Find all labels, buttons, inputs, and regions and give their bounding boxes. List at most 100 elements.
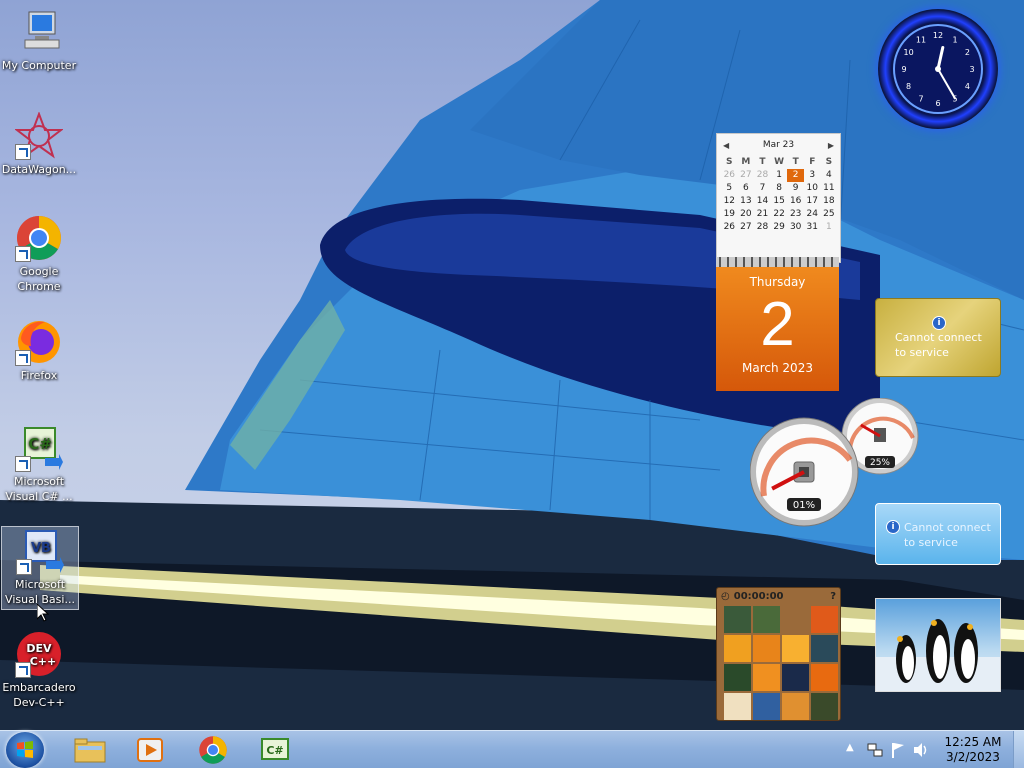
desktop-icon-visual-csharp[interactable]: C# Microsoft Visual C# ... — [1, 424, 77, 504]
desktop-icon-visual-basic[interactable]: VB Microsoft Visual Basi... — [1, 526, 79, 610]
calendar-day-cell[interactable]: 12 — [721, 195, 738, 208]
calendar-day-cell[interactable]: 26 — [721, 169, 738, 182]
calendar-day-cell[interactable]: 15 — [771, 195, 788, 208]
clock-number: 8 — [906, 82, 911, 91]
puzzle-tile[interactable] — [782, 635, 809, 662]
taskbar-visual-csharp[interactable]: C# — [247, 733, 303, 767]
clock-number: 11 — [916, 36, 926, 45]
calendar-day-cell[interactable]: 29 — [771, 221, 788, 234]
shortcut-arrow-icon — [15, 456, 31, 472]
desktop-icon-label: Embarcadero Dev-C++ — [2, 681, 76, 709]
puzzle-tile[interactable] — [753, 606, 780, 633]
clock-gadget[interactable]: 123456789101112 — [878, 9, 998, 129]
calendar-day-cell[interactable]: 27 — [738, 221, 755, 234]
calendar-day-cell[interactable]: 11 — [821, 182, 838, 195]
calendar-day-cell[interactable]: 17 — [804, 195, 821, 208]
calendar-day-cell[interactable]: 16 — [787, 195, 804, 208]
calendar-day-cell[interactable]: 23 — [787, 208, 804, 221]
taskbar-file-explorer[interactable] — [62, 733, 118, 767]
puzzle-tile[interactable] — [724, 635, 751, 662]
puzzle-tile[interactable] — [753, 693, 780, 720]
clock-number: 2 — [965, 48, 970, 57]
weekday-header: W — [774, 157, 785, 167]
puzzle-tile[interactable] — [782, 664, 809, 691]
desktop-icon-datawagon[interactable]: DataWagon... — [1, 111, 77, 177]
taskbar-time: 12:25 AM — [944, 735, 1002, 749]
calendar-day-cell[interactable]: 10 — [804, 182, 821, 195]
desktop-icon-label: DataWagon... — [1, 163, 77, 176]
picture-puzzle-gadget[interactable]: ◴ 00:00:00 ? — [716, 587, 841, 721]
puzzle-tile[interactable] — [811, 664, 838, 691]
calendar-day-cell[interactable]: 13 — [738, 195, 755, 208]
show-desktop-button[interactable] — [1013, 731, 1024, 768]
shortcut-arrow-icon — [15, 662, 31, 678]
calendar-day-cell[interactable]: 1 — [821, 221, 838, 234]
cpu-percent: 01% — [793, 500, 815, 511]
puzzle-tile[interactable] — [811, 693, 838, 720]
puzzle-tile[interactable] — [782, 606, 809, 633]
desktop-icon-label: My Computer — [1, 59, 77, 72]
volume-icon[interactable] — [912, 741, 930, 759]
action-center-flag-icon[interactable] — [890, 741, 906, 759]
slideshow-gadget[interactable] — [875, 598, 1001, 692]
puzzle-tile[interactable] — [724, 606, 751, 633]
calendar-day-cell[interactable]: 18 — [821, 195, 838, 208]
puzzle-tile[interactable] — [724, 664, 751, 691]
calendar-month-label: Mar 23 — [762, 140, 795, 150]
calendar-day-cell[interactable]: 24 — [804, 208, 821, 221]
puzzle-tile[interactable] — [753, 664, 780, 691]
taskbar-media-player[interactable] — [122, 733, 178, 767]
calendar-day-cell[interactable]: 14 — [754, 195, 771, 208]
puzzle-tile[interactable] — [811, 606, 838, 633]
calendar-day-cell[interactable]: 27 — [738, 169, 755, 182]
prev-month-button[interactable]: ◀ — [723, 141, 729, 150]
calendar-day-cell[interactable]: 30 — [787, 221, 804, 234]
calendar-day-cell[interactable]: 6 — [738, 182, 755, 195]
calendar-day-cell[interactable]: 7 — [754, 182, 771, 195]
calendar-day-cell[interactable]: 31 — [804, 221, 821, 234]
show-hidden-icons-button[interactable]: ▲ — [846, 742, 854, 753]
calendar-day-cell[interactable]: 20 — [738, 208, 755, 221]
calendar-day-cell[interactable]: 1 — [771, 169, 788, 182]
calendar-day-cell[interactable]: 2 — [787, 169, 804, 182]
puzzle-tile[interactable] — [811, 635, 838, 662]
calendar-day-cell[interactable]: 28 — [754, 221, 771, 234]
desktop-icon-google-chrome[interactable]: Google Chrome — [1, 214, 77, 294]
calendar-gadget[interactable]: ◀ Mar 23 ▶ S M T W T F S 26 27 28 1 2 3 4 5 6 7 8 9 10 11 12 1… — [716, 133, 841, 391]
calendar-day-cell[interactable]: 5 — [721, 182, 738, 195]
weekday-header: T — [792, 157, 799, 167]
calendar-month-view: ◀ Mar 23 ▶ S M T W T F S 26 27 28 1 2 3 4 5 6 7 8 9 10 11 12 1… — [716, 133, 841, 263]
desktop-icon-firefox[interactable]: Firefox — [1, 318, 77, 383]
calendar-day-cell[interactable]: 19 — [721, 208, 738, 221]
desktop-icon-label: Google Chrome — [17, 265, 61, 293]
next-month-button[interactable]: ▶ — [828, 141, 834, 150]
puzzle-tile[interactable] — [724, 693, 751, 720]
penguins-photo — [876, 619, 1000, 691]
calendar-day-cell[interactable]: 21 — [754, 208, 771, 221]
calendar-day-cell[interactable]: 25 — [821, 208, 838, 221]
puzzle-grid[interactable] — [724, 606, 838, 720]
calendar-day-cell[interactable]: 26 — [721, 221, 738, 234]
calendar-day-cell[interactable]: 3 — [804, 169, 821, 182]
help-icon[interactable]: ? — [830, 591, 836, 602]
timer-icon: ◴ — [721, 590, 730, 602]
svg-text:C#: C# — [28, 435, 52, 453]
calendar-day-view: Thursday 2 March 2023 — [716, 267, 839, 391]
calendar-day-cell[interactable]: 28 — [754, 169, 771, 182]
puzzle-tile[interactable] — [782, 693, 809, 720]
calendar-day-cell[interactable]: 8 — [771, 182, 788, 195]
weekday-header: M — [741, 157, 751, 167]
taskbar-chrome[interactable] — [185, 733, 241, 767]
headlines-gadget[interactable]: i Cannot connect to service — [875, 503, 1001, 565]
info-icon: i — [932, 316, 946, 330]
desktop-icon-my-computer[interactable]: My Computer — [1, 8, 77, 73]
calendar-day-cell[interactable]: 4 — [821, 169, 838, 182]
calendar-day-cell[interactable]: 22 — [771, 208, 788, 221]
calendar-day-cell[interactable]: 9 — [787, 182, 804, 195]
taskbar-clock[interactable]: 12:25 AM 3/2/2023 — [934, 735, 1012, 765]
start-button[interactable] — [6, 732, 44, 768]
network-icon[interactable] — [866, 741, 884, 759]
desktop-icon-devcpp[interactable]: DEV C++ Embarcadero Dev-C++ — [1, 630, 77, 710]
currency-gadget[interactable]: i Cannot connect to service — [875, 298, 1001, 377]
puzzle-tile[interactable] — [753, 635, 780, 662]
